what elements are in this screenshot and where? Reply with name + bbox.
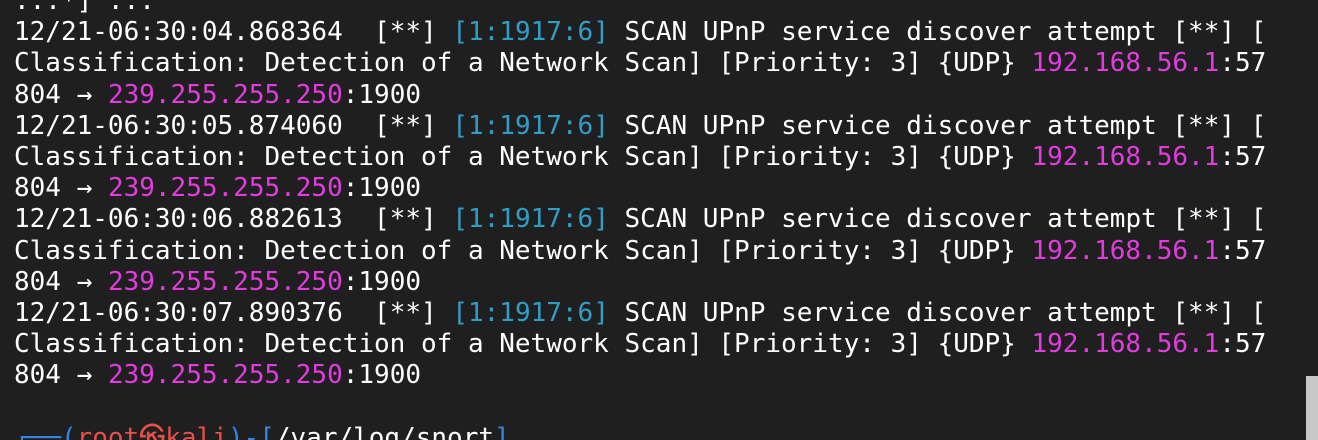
log-flag: [**] bbox=[374, 110, 437, 141]
terminal-output: ...*] ... 12/21-06:30:04.868364 [**] [1:… bbox=[14, 0, 1304, 440]
log-dst-ip: 239.255.255.250 bbox=[107, 173, 343, 204]
log-src-port-a: :57 bbox=[1219, 235, 1267, 266]
log-proto: {UDP} bbox=[937, 235, 1016, 266]
prompt-host: kali bbox=[165, 422, 228, 440]
prompt-path: /var/log/snort bbox=[274, 422, 495, 440]
log-src-port-a: :57 bbox=[1219, 48, 1267, 79]
scrollbar-thumb[interactable] bbox=[1306, 376, 1318, 440]
log-sid: [1:1917:6] bbox=[452, 297, 609, 328]
log-line-header: 12/21-06:30:06.882613 [**] [1:1917:6] SC… bbox=[14, 204, 1304, 235]
log-timestamp: 12/21-06:30:07.890376 bbox=[14, 297, 343, 328]
arrow-icon: → bbox=[76, 79, 93, 110]
log-classification: Classification: Detection of a Network S… bbox=[14, 329, 703, 360]
log-flag-end: [**] [ bbox=[1172, 204, 1267, 235]
log-timestamp: 12/21-06:30:05.874060 bbox=[14, 110, 343, 141]
log-flag: [**] bbox=[374, 17, 437, 48]
log-message: SCAN UPnP service discover attempt bbox=[624, 204, 1157, 235]
log-src-port-b: 804 bbox=[14, 79, 61, 110]
log-flag-end: [**] [ bbox=[1172, 17, 1267, 48]
log-message: SCAN UPnP service discover attempt bbox=[624, 17, 1157, 48]
log-src-port-b: 804 bbox=[14, 173, 61, 204]
prompt-end: ] bbox=[494, 422, 510, 440]
prompt-separator: )-[ bbox=[227, 422, 275, 440]
log-line-endpoint: 804 → 239.255.255.250:1900 bbox=[14, 267, 1304, 298]
log-message: SCAN UPnP service discover attempt bbox=[624, 297, 1157, 328]
terminal-window[interactable]: ...*] ... 12/21-06:30:04.868364 [**] [1:… bbox=[0, 0, 1318, 440]
log-timestamp: 12/21-06:30:06.882613 bbox=[14, 204, 343, 235]
log-dst-ip: 239.255.255.250 bbox=[107, 266, 343, 297]
log-proto: {UDP} bbox=[937, 141, 1016, 172]
prompt-corner: ┌──( bbox=[14, 422, 77, 440]
shell-prompt[interactable]: ┌──(root㉿kali)-[/var/log/snort] bbox=[14, 423, 1304, 440]
log-flag: [**] bbox=[374, 204, 437, 235]
log-src-port-b: 804 bbox=[14, 266, 61, 297]
arrow-icon: → bbox=[76, 173, 93, 204]
log-src-port-a: :57 bbox=[1219, 141, 1267, 172]
skull-icon: ㉿ bbox=[139, 422, 166, 440]
log-flag-end: [**] [ bbox=[1172, 297, 1267, 328]
log-proto: {UDP} bbox=[937, 48, 1016, 79]
log-src-port-a: :57 bbox=[1219, 329, 1267, 360]
log-dst-ip: 239.255.255.250 bbox=[107, 79, 343, 110]
log-line-header: 12/21-06:30:05.874060 [**] [1:1917:6] SC… bbox=[14, 111, 1304, 142]
vertical-scrollbar[interactable] bbox=[1304, 0, 1318, 440]
prompt-user: root bbox=[76, 422, 140, 440]
log-src-ip: 192.168.56.1 bbox=[1031, 329, 1220, 360]
log-dst-port: :1900 bbox=[342, 266, 422, 297]
log-message: SCAN UPnP service discover attempt bbox=[624, 110, 1157, 141]
log-classification: Classification: Detection of a Network S… bbox=[14, 141, 703, 172]
arrow-icon: → bbox=[76, 266, 93, 297]
log-priority: [Priority: 3] bbox=[718, 235, 922, 266]
log-line-classification: Classification: Detection of a Network S… bbox=[14, 236, 1304, 267]
log-line-classification: Classification: Detection of a Network S… bbox=[14, 142, 1304, 173]
log-src-ip: 192.168.56.1 bbox=[1031, 141, 1220, 172]
log-sid: [1:1917:6] bbox=[452, 110, 609, 141]
log-src-ip: 192.168.56.1 bbox=[1031, 48, 1220, 79]
log-dst-ip: 239.255.255.250 bbox=[107, 360, 343, 391]
log-line-endpoint: 804 → 239.255.255.250:1900 bbox=[14, 173, 1304, 204]
log-priority: [Priority: 3] bbox=[718, 329, 922, 360]
log-src-port-b: 804 bbox=[14, 360, 61, 391]
terminal-line-partial: ...*] ... bbox=[14, 0, 155, 16]
log-dst-port: :1900 bbox=[342, 360, 422, 391]
log-line-endpoint: 804 → 239.255.255.250:1900 bbox=[14, 360, 1304, 391]
log-timestamp: 12/21-06:30:04.868364 bbox=[14, 17, 343, 48]
arrow-icon: → bbox=[76, 360, 93, 391]
log-line-header: 12/21-06:30:07.890376 [**] [1:1917:6] SC… bbox=[14, 298, 1304, 329]
log-flag: [**] bbox=[374, 297, 437, 328]
log-dst-port: :1900 bbox=[342, 173, 422, 204]
log-dst-port: :1900 bbox=[342, 79, 422, 110]
log-sid: [1:1917:6] bbox=[452, 204, 609, 235]
log-priority: [Priority: 3] bbox=[718, 141, 922, 172]
log-line-endpoint: 804 → 239.255.255.250:1900 bbox=[14, 80, 1304, 111]
log-line-classification: Classification: Detection of a Network S… bbox=[14, 48, 1304, 79]
log-proto: {UDP} bbox=[937, 329, 1016, 360]
log-classification: Classification: Detection of a Network S… bbox=[14, 48, 703, 79]
log-sid: [1:1917:6] bbox=[452, 17, 609, 48]
log-line-classification: Classification: Detection of a Network S… bbox=[14, 329, 1304, 360]
log-src-ip: 192.168.56.1 bbox=[1031, 235, 1220, 266]
log-line-header: 12/21-06:30:04.868364 [**] [1:1917:6] SC… bbox=[14, 17, 1304, 48]
log-priority: [Priority: 3] bbox=[718, 48, 922, 79]
log-classification: Classification: Detection of a Network S… bbox=[14, 235, 703, 266]
log-flag-end: [**] [ bbox=[1172, 110, 1267, 141]
